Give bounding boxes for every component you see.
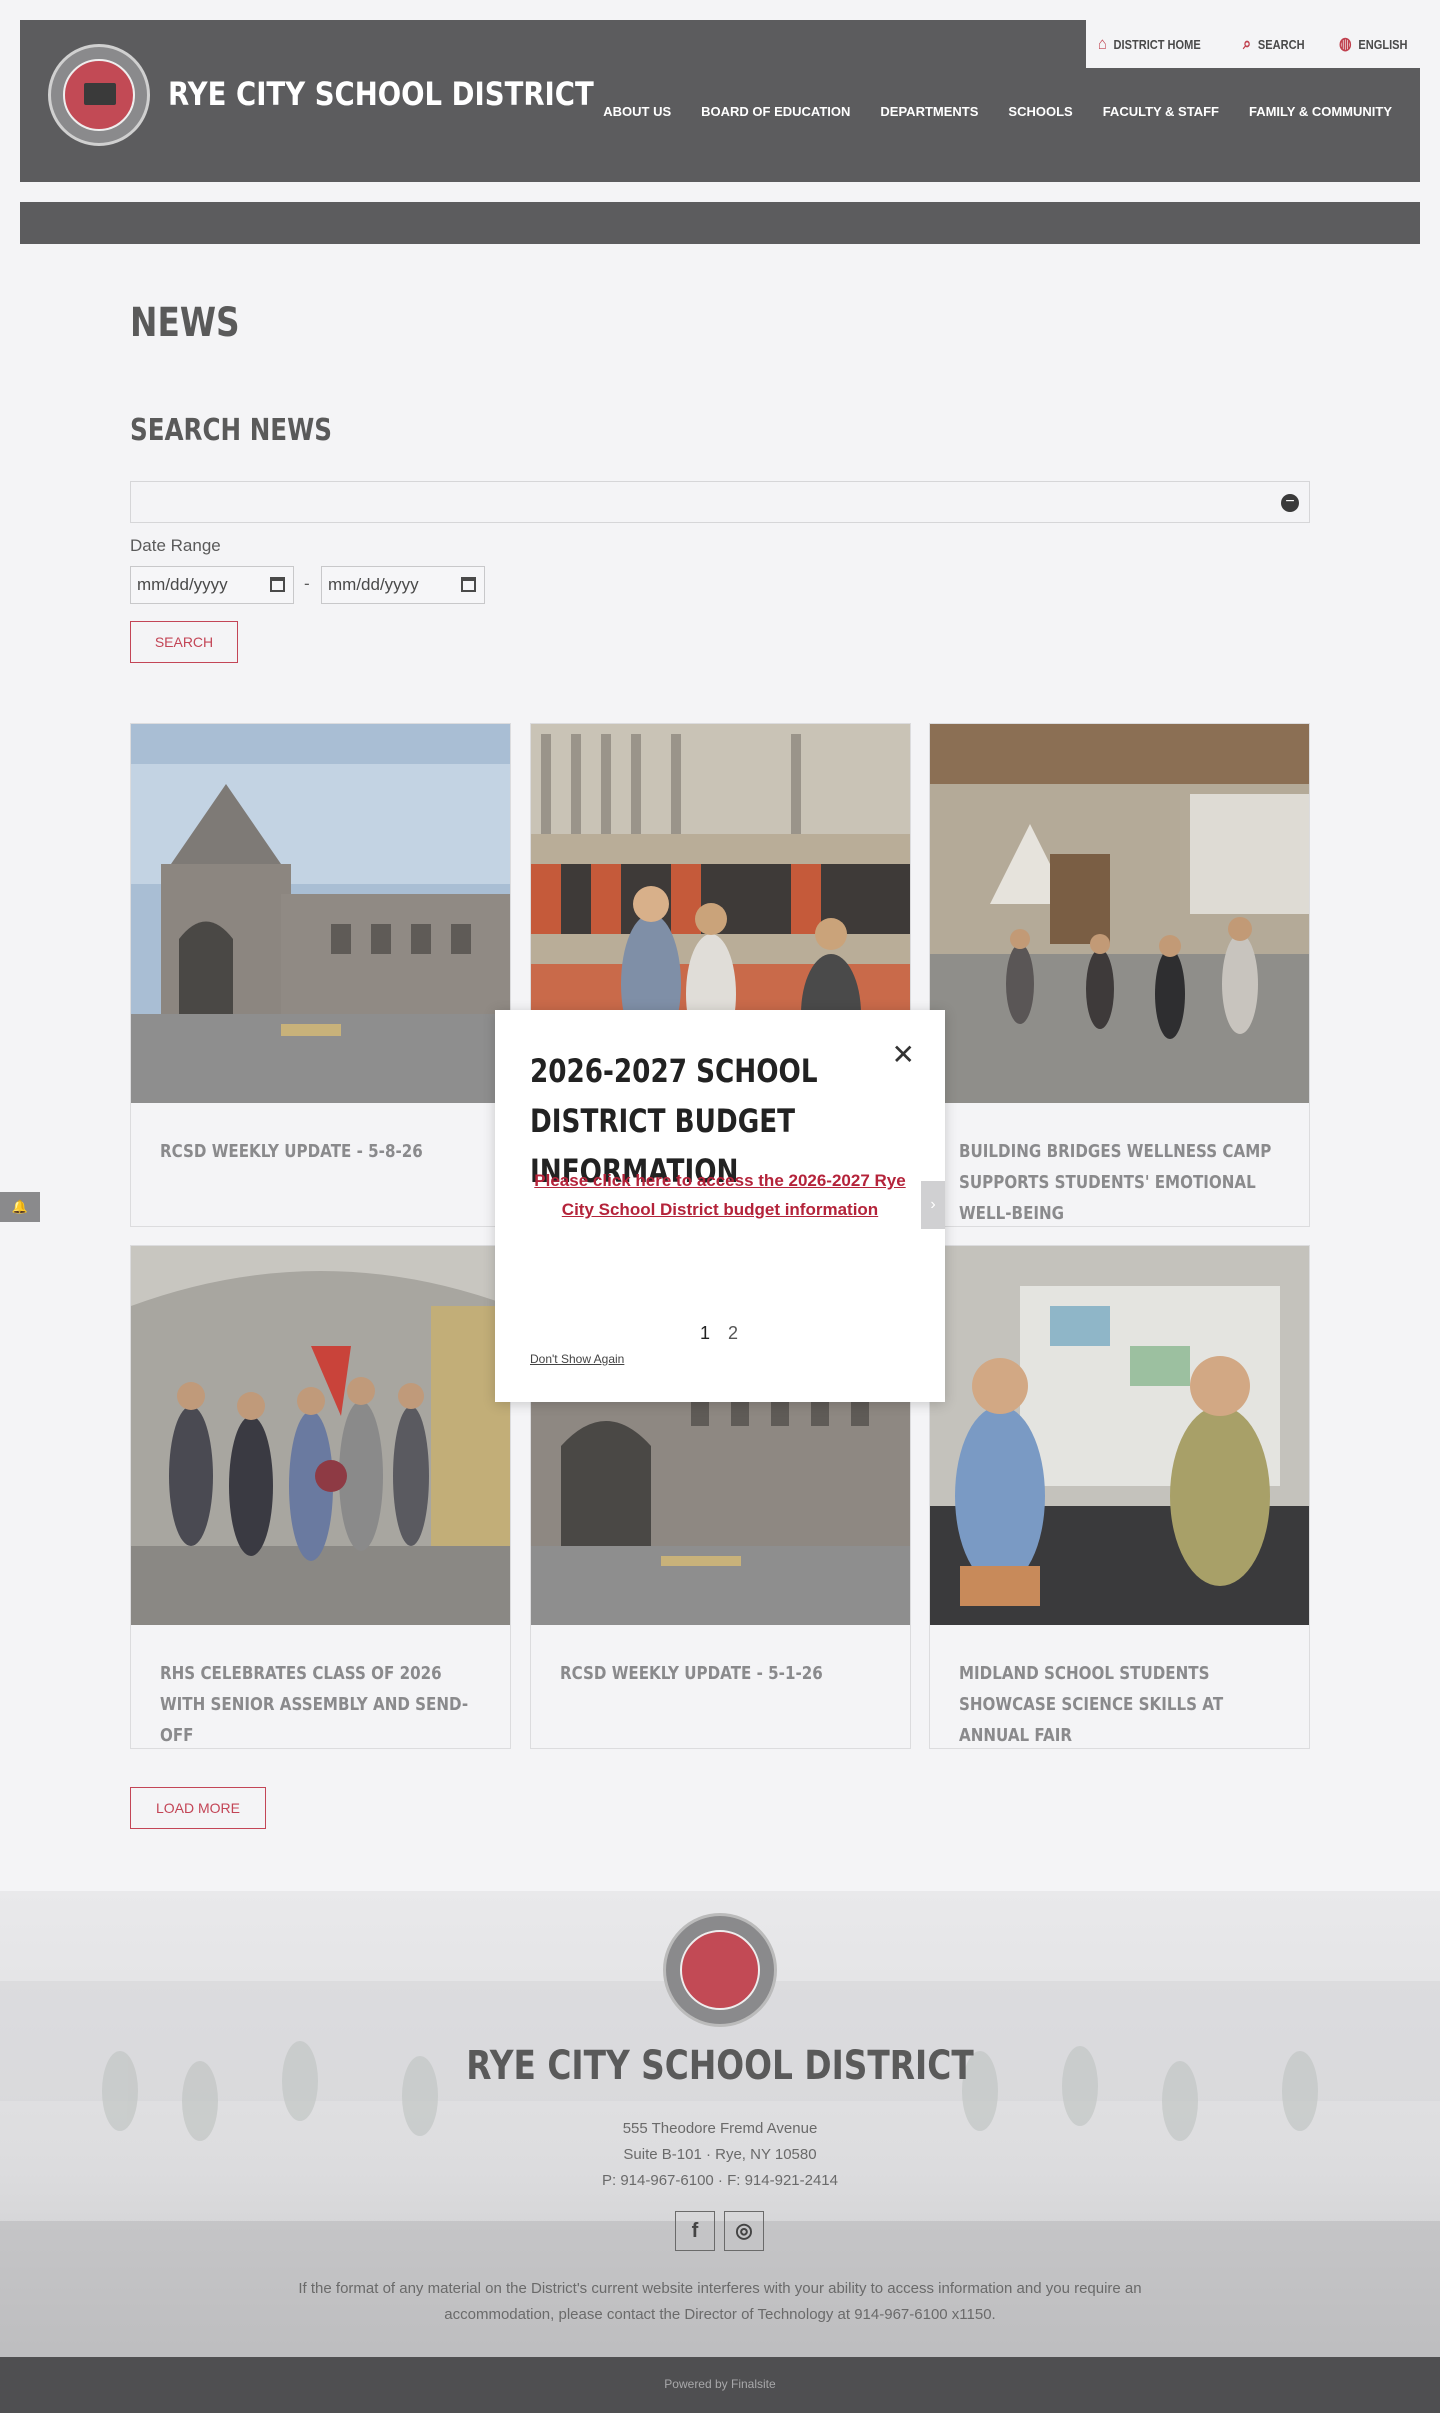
calendar-icon[interactable] — [270, 577, 285, 592]
powered-by-link[interactable]: Powered by Finalsite — [0, 2377, 1440, 2391]
news-title[interactable]: MIDLAND SCHOOL STUDENTS SHOWCASE SCIENCE… — [959, 1658, 1278, 1751]
modal-pagination: 1 2 — [700, 1323, 738, 1344]
date-from-input[interactable]: mm/dd/yyyy — [130, 566, 294, 604]
date-separator: - — [304, 574, 310, 593]
modal-page-1[interactable]: 1 — [700, 1323, 710, 1344]
sub-nav-bar — [20, 202, 1420, 244]
district-seal-logo[interactable] — [48, 44, 150, 146]
news-image[interactable] — [930, 724, 1309, 1103]
footer-address-line1: 555 Theodore Fremd Avenue — [622, 2120, 818, 2137]
accessibility-statement: If the format of any material on the Dis… — [298, 2280, 1142, 2323]
main-nav: ABOUT US BOARD OF EDUCATION DEPARTMENTS … — [603, 104, 1392, 119]
nav-departments[interactable]: DEPARTMENTS — [880, 104, 978, 119]
news-card[interactable]: RCSD WEEKLY UPDATE - 5-8-26 — [130, 723, 511, 1227]
site-header: RYE CITY SCHOOL DISTRICT ⌂ DISTRICT HOME… — [20, 20, 1420, 182]
globe-icon: ◍ — [1339, 34, 1352, 53]
news-card[interactable]: BUILDING BRIDGES WELLNESS CAMP SUPPORTS … — [929, 723, 1310, 1227]
instagram-icon[interactable]: ◎ — [724, 2211, 764, 2251]
dont-show-again-link[interactable]: Don't Show Again — [530, 1352, 624, 1366]
nav-schools[interactable]: SCHOOLS — [1008, 104, 1072, 119]
site-footer: RYE CITY SCHOOL DISTRICT 555 Theodore Fr… — [0, 1891, 1440, 2357]
chevron-right-icon[interactable]: › — [921, 1181, 945, 1229]
clear-icon[interactable]: − — [1281, 494, 1299, 512]
date-to-input[interactable]: mm/dd/yyyy — [321, 566, 485, 604]
footer-title: RYE CITY SCHOOL DISTRICT — [466, 2043, 974, 2089]
news-image[interactable] — [131, 1246, 510, 1625]
language-selector[interactable]: ◍ ENGLISH — [1339, 34, 1408, 54]
footer-seal-logo[interactable] — [663, 1913, 777, 2027]
news-title[interactable]: RCSD WEEKLY UPDATE - 5-8-26 — [160, 1136, 479, 1167]
modal-page-2[interactable]: 2 — [728, 1323, 738, 1344]
news-image[interactable] — [131, 724, 510, 1103]
news-card[interactable]: MIDLAND SCHOOL STUDENTS SHOWCASE SCIENCE… — [929, 1245, 1310, 1749]
utility-nav: ⌂ DISTRICT HOME ⌕ SEARCH ◍ ENGLISH — [1086, 20, 1420, 68]
news-title[interactable]: RHS CELEBRATES CLASS OF 2026 WITH SENIOR… — [160, 1658, 479, 1751]
budget-popup-modal: 2026-2027 SCHOOL DISTRICT BUDGET INFORMA… — [495, 1010, 945, 1402]
calendar-icon[interactable] — [461, 577, 476, 592]
search-icon: ⌕ — [1242, 34, 1251, 53]
facebook-icon[interactable]: f — [675, 2211, 715, 2251]
footer-phone[interactable]: P: 914-967-6100 · F: 914-921-2414 — [0, 2172, 1440, 2189]
site-title[interactable]: RYE CITY SCHOOL DISTRICT — [168, 75, 594, 113]
search-news-heading: SEARCH NEWS — [130, 413, 332, 448]
nav-board-of-education[interactable]: BOARD OF EDUCATION — [701, 104, 850, 119]
search-button[interactable]: SEARCH — [130, 621, 238, 663]
news-card[interactable]: RHS CELEBRATES CLASS OF 2026 WITH SENIOR… — [130, 1245, 511, 1749]
nav-faculty-staff[interactable]: FACULTY & STAFF — [1103, 104, 1219, 119]
notification-bell-icon[interactable]: 🔔 — [0, 1192, 40, 1222]
bottom-bar: Powered by Finalsite — [0, 2357, 1440, 2413]
home-icon: ⌂ — [1098, 34, 1107, 53]
footer-address-line2: Suite B-101 · Rye, NY 10580 — [623, 2146, 817, 2163]
news-title[interactable]: RCSD WEEKLY UPDATE - 5-1-26 — [560, 1658, 879, 1689]
district-home-link[interactable]: ⌂ DISTRICT HOME — [1098, 34, 1201, 54]
close-icon[interactable]: ✕ — [892, 1038, 915, 1071]
news-title[interactable]: BUILDING BRIDGES WELLNESS CAMP SUPPORTS … — [959, 1136, 1278, 1229]
page-title: NEWS — [130, 300, 240, 346]
nav-about-us[interactable]: ABOUT US — [603, 104, 671, 119]
load-more-button[interactable]: LOAD MORE — [130, 1787, 266, 1829]
search-link[interactable]: ⌕ SEARCH — [1243, 34, 1305, 54]
news-image[interactable] — [930, 1246, 1309, 1625]
search-news-input[interactable]: − — [130, 481, 1310, 523]
budget-info-link[interactable]: Please click here to access the 2026-202… — [525, 1166, 915, 1224]
nav-family-community[interactable]: FAMILY & COMMUNITY — [1249, 104, 1392, 119]
date-range-label: Date Range — [130, 536, 221, 555]
